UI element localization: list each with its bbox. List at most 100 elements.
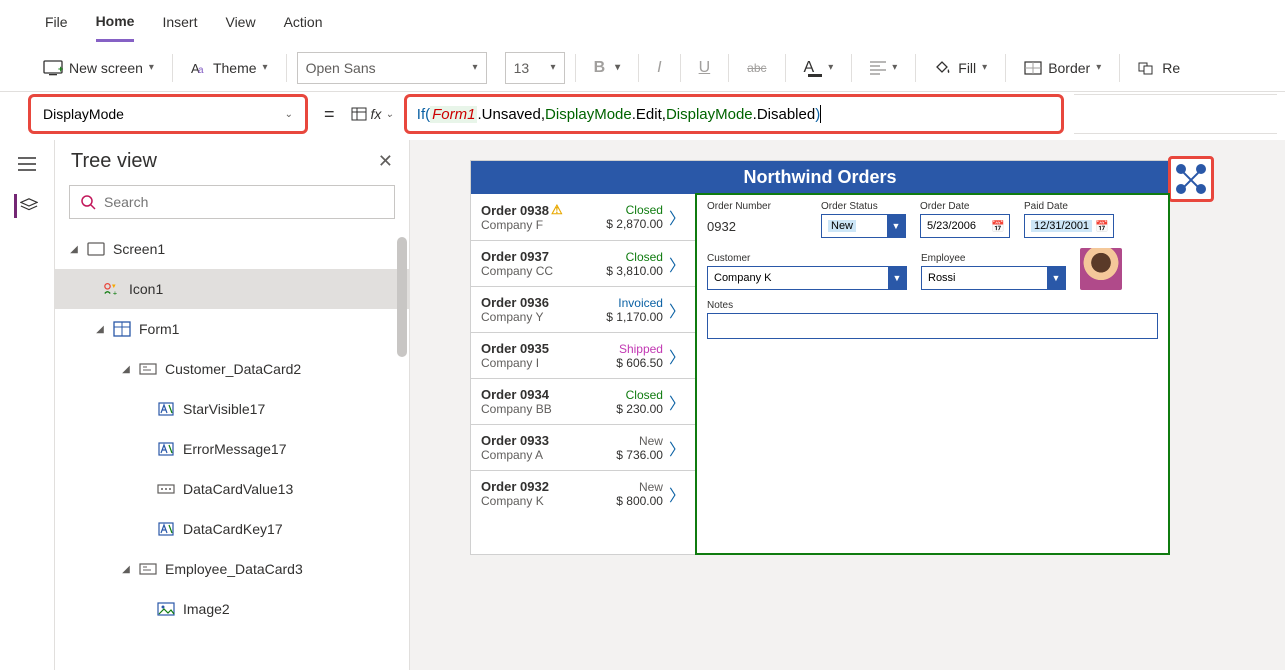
tree-item-datacardkey[interactable]: DataCardKey17: [55, 509, 409, 549]
tree-item-starvisible[interactable]: StarVisible17: [55, 389, 409, 429]
order-number-value: 0932: [707, 214, 807, 238]
order-row[interactable]: Order 0937 Company CC Closed $ 3,810.00 …: [471, 241, 695, 287]
hamburger-button[interactable]: [15, 152, 39, 176]
order-row[interactable]: Order 0935 Company I Shipped $ 606.50 〉: [471, 333, 695, 379]
chevron-down-icon: ▼: [1047, 267, 1065, 289]
scrollbar[interactable]: [397, 237, 407, 357]
tree-label: Customer_DataCard2: [165, 361, 301, 377]
tree-item-customer-datacard[interactable]: ◢ Customer_DataCard2: [55, 349, 409, 389]
tree-search[interactable]: [69, 185, 395, 219]
font-size-select[interactable]: 13 ▾: [505, 52, 565, 84]
tree-view-panel: Tree view ✕ ◢ Screen1 + Icon1 ◢ Form1: [55, 140, 410, 670]
tree-item-icon1[interactable]: + Icon1: [55, 269, 409, 309]
separator: [286, 54, 287, 82]
tree-item-errormessage[interactable]: ErrorMessage17: [55, 429, 409, 469]
order-row[interactable]: Order 0934 Company BB Closed $ 230.00 〉: [471, 379, 695, 425]
new-screen-button[interactable]: + New screen ▾: [35, 56, 162, 80]
order-gallery[interactable]: Order 0938⚠ Company F Closed $ 2,870.00 …: [471, 194, 696, 554]
order-status: New: [616, 434, 663, 448]
tree-label: ErrorMessage17: [183, 441, 287, 457]
property-dropdown[interactable]: DisplayMode ⌄: [28, 94, 308, 134]
tree-item-employee-datacard[interactable]: ◢ Employee_DataCard3: [55, 549, 409, 589]
group-icon: +: [103, 280, 121, 298]
menu-home[interactable]: Home: [96, 3, 135, 42]
chevron-right-icon: 〉: [669, 390, 685, 414]
caret-icon: ◢: [69, 244, 79, 255]
datacard-icon: [139, 560, 157, 578]
separator: [638, 54, 639, 82]
formula-input[interactable]: If( Form1 .Unsaved, DisplayMode .Edit, D…: [404, 94, 1064, 134]
calendar-icon: 📅: [1093, 215, 1111, 237]
svg-text:+: +: [58, 64, 63, 74]
order-status-dropdown[interactable]: New ▼: [821, 214, 906, 238]
menu-insert[interactable]: Insert: [162, 4, 197, 40]
underline-button[interactable]: U: [691, 55, 719, 81]
search-input[interactable]: [104, 194, 384, 210]
label-icon: [157, 440, 175, 458]
customer-dropdown[interactable]: Company K ▼: [707, 266, 907, 290]
separator: [575, 54, 576, 82]
order-company: Company CC: [481, 264, 606, 278]
canvas[interactable]: Northwind Orders Order 0938⚠ Company F C…: [410, 140, 1285, 670]
tree-view-button[interactable]: [14, 194, 38, 218]
close-button[interactable]: ✕: [378, 151, 393, 172]
caret-icon: ◢: [95, 324, 105, 335]
employee-dropdown[interactable]: Rossi ▼: [921, 266, 1066, 290]
order-date-picker[interactable]: 5/23/2006 📅: [920, 214, 1010, 238]
selected-icon-control[interactable]: [1168, 156, 1214, 202]
strike-button[interactable]: abc: [739, 57, 774, 79]
formula-extend[interactable]: [1074, 94, 1277, 134]
tree-body: ◢ Screen1 + Icon1 ◢ Form1 ◢ Customer_Dat…: [55, 229, 409, 670]
paid-date-picker[interactable]: 12/31/2001 📅: [1024, 214, 1114, 238]
font-name: Open Sans: [306, 60, 376, 76]
tree-label: Icon1: [129, 281, 163, 297]
tree-label: Screen1: [113, 241, 165, 257]
main-area: Tree view ✕ ◢ Screen1 + Icon1 ◢ Form1: [0, 140, 1285, 670]
bold-button[interactable]: B▾: [586, 55, 629, 81]
reorder-button[interactable]: Re: [1130, 56, 1188, 80]
menu-view[interactable]: View: [225, 4, 255, 40]
order-id: Order 0936: [481, 295, 606, 310]
caret-icon: ◢: [121, 364, 131, 375]
order-amount: $ 3,810.00: [606, 264, 663, 278]
tree-label: Image2: [183, 601, 230, 617]
order-amount: $ 606.50: [616, 356, 663, 370]
order-company: Company BB: [481, 402, 616, 416]
datacard-icon: [139, 360, 157, 378]
tree-item-form1[interactable]: ◢ Form1: [55, 309, 409, 349]
align-button[interactable]: ▾: [862, 57, 905, 79]
tree-label: Employee_DataCard3: [165, 561, 303, 577]
fx-icon: [351, 106, 367, 122]
order-status-value: New: [828, 220, 856, 232]
fill-label: Fill: [958, 60, 976, 76]
order-row[interactable]: Order 0936 Company Y Invoiced $ 1,170.00…: [471, 287, 695, 333]
order-status: Closed: [606, 250, 663, 264]
chevron-down-icon: ▾: [473, 62, 478, 73]
tree-item-image2[interactable]: Image2: [55, 589, 409, 629]
notes-input[interactable]: [707, 313, 1158, 339]
chevron-down-icon: ▾: [828, 62, 833, 73]
italic-button[interactable]: I: [649, 55, 669, 81]
menu-action[interactable]: Action: [284, 4, 323, 40]
customer-value: Company K: [714, 272, 771, 284]
order-row[interactable]: Order 0938⚠ Company F Closed $ 2,870.00 …: [471, 194, 695, 241]
fx-button[interactable]: fx ⌄: [351, 106, 394, 122]
chevron-right-icon: 〉: [669, 252, 685, 276]
fill-button[interactable]: Fill ▾: [926, 55, 995, 81]
theme-label: Theme: [213, 60, 257, 76]
screen-icon: [87, 240, 105, 258]
tree-item-datacardvalue[interactable]: DataCardValue13: [55, 469, 409, 509]
border-button[interactable]: Border ▾: [1016, 56, 1109, 80]
align-icon: [870, 61, 886, 75]
order-row[interactable]: Order 0933 Company A New $ 736.00 〉: [471, 425, 695, 471]
font-color-button[interactable]: A ▾: [796, 54, 842, 81]
theme-button[interactable]: Aa Theme ▾: [183, 56, 276, 80]
menu-file[interactable]: File: [45, 4, 68, 40]
order-company: Company K: [481, 494, 616, 508]
order-row[interactable]: Order 0932 Company K New $ 800.00 〉: [471, 471, 695, 516]
app-title-bar: Northwind Orders: [471, 161, 1169, 194]
font-select[interactable]: Open Sans ▾: [297, 52, 487, 84]
search-icon: [80, 194, 96, 210]
formula-bar: DisplayMode ⌄ = fx ⌄ If( Form1 .Unsaved,…: [0, 92, 1285, 140]
tree-item-screen1[interactable]: ◢ Screen1: [55, 229, 409, 269]
